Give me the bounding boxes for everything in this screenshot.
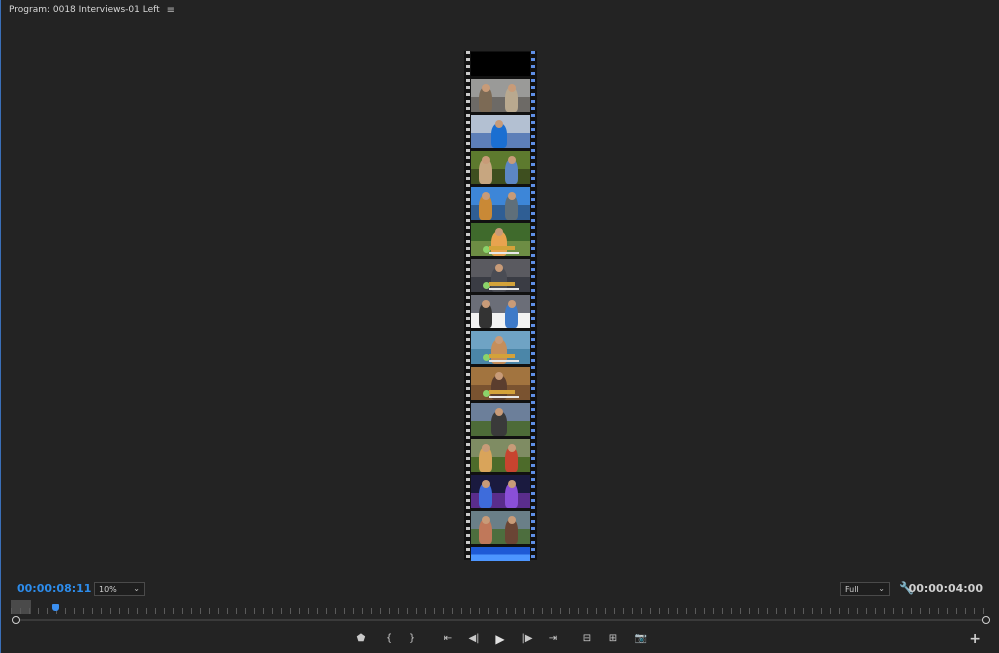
- film-frame: [471, 79, 530, 112]
- add-marker-button[interactable]: ⬟: [353, 632, 369, 646]
- zoom-level-value: 10%: [99, 584, 117, 594]
- frame-lower-third-lt2: [489, 288, 519, 290]
- frame-person-head: [481, 84, 490, 92]
- film-frame: [471, 547, 530, 561]
- frame-person-head: [481, 444, 490, 452]
- step-back-icon: ◀|: [468, 633, 480, 644]
- film-frame: [471, 151, 530, 184]
- playhead-timecode[interactable]: 00:00:08:11: [17, 582, 91, 595]
- film-frame: [471, 439, 530, 472]
- mark-in-button[interactable]: {: [381, 632, 397, 646]
- frame-person-head: [481, 300, 490, 308]
- chevron-down-icon: ⌄: [133, 584, 140, 593]
- film-frame: [471, 367, 530, 400]
- frame-person-head: [507, 300, 516, 308]
- lift-button[interactable]: ⊟: [579, 632, 595, 646]
- film-frame: [471, 403, 530, 436]
- frame-lower-third-lt: [489, 246, 515, 250]
- frame-person-head: [481, 192, 490, 200]
- chevron-down-icon: ⌄: [878, 584, 885, 593]
- program-frame-filmstrip: [464, 51, 537, 561]
- step-forward-button[interactable]: |▶: [519, 632, 535, 646]
- program-monitor-panel: Program: 0018 Interviews-01 Left ≡ 00:00…: [0, 0, 999, 653]
- frame-lower-third-lt: [489, 390, 515, 394]
- step-back-button[interactable]: ◀|: [466, 632, 482, 646]
- plus-icon[interactable]: +: [969, 631, 981, 647]
- frame-person-head: [507, 444, 516, 452]
- duration-timecode: 00:00:04:00: [908, 582, 983, 595]
- film-frame: [471, 115, 530, 148]
- go-to-out-icon: ⇥: [548, 633, 558, 644]
- frame-person-head: [481, 480, 490, 488]
- frame-person-head: [495, 336, 503, 344]
- mark-out-icon: }: [408, 633, 416, 644]
- frame-person-head: [495, 408, 503, 416]
- film-frame: [471, 511, 530, 544]
- film-sprockets-left: [466, 51, 470, 560]
- play-button[interactable]: ▶: [492, 632, 508, 646]
- film-frame: [471, 187, 530, 220]
- panel-header: Program: 0018 Interviews-01 Left ≡: [1, 0, 999, 20]
- frame-person-head: [495, 372, 503, 380]
- frame-lower-third-lt2: [489, 360, 519, 362]
- frame-lower-third-lt: [489, 282, 515, 286]
- film-frame: [471, 331, 530, 364]
- camera-icon: 📷: [634, 633, 648, 644]
- frame-lower-third-lt2: [489, 396, 519, 398]
- extract-icon: ⊞: [608, 633, 618, 644]
- scrollbar-right-handle[interactable]: [982, 616, 990, 624]
- film-frame: [471, 475, 530, 508]
- frame-person-head: [507, 156, 516, 164]
- film-frame: [471, 223, 530, 256]
- frame-person-head: [495, 228, 503, 236]
- frame-person-head: [495, 120, 503, 128]
- lift-icon: ⊟: [582, 633, 592, 644]
- time-ruler[interactable]: [11, 600, 989, 614]
- play-icon: ▶: [495, 632, 505, 646]
- mark-in-icon: {: [385, 633, 393, 644]
- film-frame: [471, 295, 530, 328]
- go-to-out-button[interactable]: ⇥: [545, 632, 561, 646]
- zoom-level-select[interactable]: 10% ⌄: [94, 582, 145, 596]
- go-to-in-icon: ⇤: [443, 633, 453, 644]
- ruler-ticks: [11, 608, 989, 614]
- frame-person-head: [507, 84, 516, 92]
- frame-lower-third-lt: [489, 354, 515, 358]
- film-frame: [471, 259, 530, 292]
- film-frame: [471, 52, 530, 76]
- scrollbar-left-handle[interactable]: [12, 616, 20, 624]
- export-frame-button[interactable]: 📷: [633, 632, 649, 646]
- step-forward-icon: |▶: [521, 633, 533, 644]
- extract-button[interactable]: ⊞: [605, 632, 621, 646]
- marker-icon: ⬟: [356, 633, 366, 644]
- panel-title[interactable]: Program: 0018 Interviews-01 Left: [9, 5, 160, 15]
- film-sprockets-right: [531, 51, 535, 560]
- mark-out-button[interactable]: }: [404, 632, 420, 646]
- playback-resolution-select[interactable]: Full ⌄: [840, 582, 890, 596]
- frame-person-head: [507, 480, 516, 488]
- hamburger-menu-icon[interactable]: ≡: [167, 5, 175, 16]
- frame-person-head: [507, 192, 516, 200]
- frame-person-head: [507, 516, 516, 524]
- frame-person-head: [481, 516, 490, 524]
- playback-resolution-value: Full: [845, 584, 859, 594]
- zoom-scrollbar[interactable]: [13, 619, 987, 621]
- go-to-in-button[interactable]: ⇤: [440, 632, 456, 646]
- frame-person-head: [495, 264, 503, 272]
- playhead-handle[interactable]: [52, 604, 59, 611]
- frame-person-head: [481, 156, 490, 164]
- transport-controls: ⬟ {} ⇤ ◀| ▶ |▶ ⇥ ⊟ ⊞ 📷: [1, 632, 999, 646]
- frame-lower-third-lt2: [489, 252, 519, 254]
